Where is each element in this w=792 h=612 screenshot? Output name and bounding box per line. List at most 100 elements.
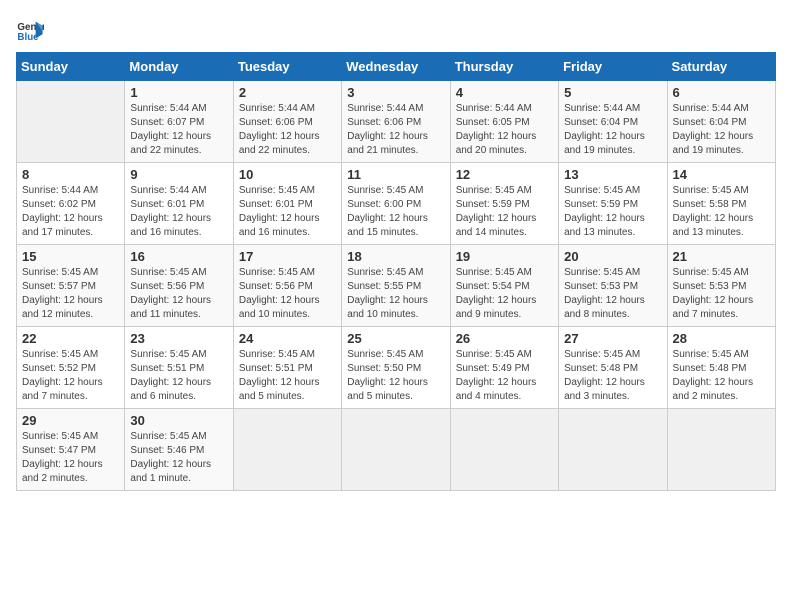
col-header-thursday: Thursday xyxy=(450,53,558,81)
day-info: Sunrise: 5:45 AM Sunset: 5:59 PM Dayligh… xyxy=(564,185,645,238)
day-info: Sunrise: 5:45 AM Sunset: 5:55 PM Dayligh… xyxy=(347,267,428,320)
day-number: 30 xyxy=(130,413,227,428)
calendar-cell xyxy=(667,409,775,491)
calendar-cell: 29 Sunrise: 5:45 AM Sunset: 5:47 PM Dayl… xyxy=(17,409,125,491)
calendar-cell xyxy=(559,409,667,491)
calendar-week-4: 22 Sunrise: 5:45 AM Sunset: 5:52 PM Dayl… xyxy=(17,327,776,409)
calendar-cell: 23 Sunrise: 5:45 AM Sunset: 5:51 PM Dayl… xyxy=(125,327,233,409)
day-info: Sunrise: 5:45 AM Sunset: 5:48 PM Dayligh… xyxy=(564,349,645,402)
day-info: Sunrise: 5:45 AM Sunset: 6:00 PM Dayligh… xyxy=(347,185,428,238)
day-number: 10 xyxy=(239,167,336,182)
calendar-header-row: SundayMondayTuesdayWednesdayThursdayFrid… xyxy=(17,53,776,81)
calendar-cell: 1 Sunrise: 5:44 AM Sunset: 6:07 PM Dayli… xyxy=(125,81,233,163)
calendar-cell: 3 Sunrise: 5:44 AM Sunset: 6:06 PM Dayli… xyxy=(342,81,450,163)
day-number: 9 xyxy=(130,167,227,182)
calendar-cell: 22 Sunrise: 5:45 AM Sunset: 5:52 PM Dayl… xyxy=(17,327,125,409)
calendar-cell: 4 Sunrise: 5:44 AM Sunset: 6:05 PM Dayli… xyxy=(450,81,558,163)
day-info: Sunrise: 5:45 AM Sunset: 5:56 PM Dayligh… xyxy=(239,267,320,320)
calendar-cell: 24 Sunrise: 5:45 AM Sunset: 5:51 PM Dayl… xyxy=(233,327,341,409)
calendar-cell: 13 Sunrise: 5:45 AM Sunset: 5:59 PM Dayl… xyxy=(559,163,667,245)
day-number: 22 xyxy=(22,331,119,346)
day-number: 27 xyxy=(564,331,661,346)
calendar-cell xyxy=(233,409,341,491)
day-number: 23 xyxy=(130,331,227,346)
day-number: 12 xyxy=(456,167,553,182)
day-info: Sunrise: 5:45 AM Sunset: 5:56 PM Dayligh… xyxy=(130,267,211,320)
day-number: 24 xyxy=(239,331,336,346)
calendar-cell: 30 Sunrise: 5:45 AM Sunset: 5:46 PM Dayl… xyxy=(125,409,233,491)
calendar-cell: 16 Sunrise: 5:45 AM Sunset: 5:56 PM Dayl… xyxy=(125,245,233,327)
day-number: 8 xyxy=(22,167,119,182)
day-number: 1 xyxy=(130,85,227,100)
day-info: Sunrise: 5:45 AM Sunset: 5:58 PM Dayligh… xyxy=(673,185,754,238)
day-info: Sunrise: 5:44 AM Sunset: 6:06 PM Dayligh… xyxy=(347,103,428,156)
calendar-cell: 10 Sunrise: 5:45 AM Sunset: 6:01 PM Dayl… xyxy=(233,163,341,245)
col-header-monday: Monday xyxy=(125,53,233,81)
day-number: 14 xyxy=(673,167,770,182)
logo: General Blue xyxy=(16,16,48,44)
day-info: Sunrise: 5:45 AM Sunset: 5:54 PM Dayligh… xyxy=(456,267,537,320)
logo-icon: General Blue xyxy=(16,16,44,44)
day-info: Sunrise: 5:44 AM Sunset: 6:07 PM Dayligh… xyxy=(130,103,211,156)
calendar-cell: 20 Sunrise: 5:45 AM Sunset: 5:53 PM Dayl… xyxy=(559,245,667,327)
day-number: 15 xyxy=(22,249,119,264)
calendar-cell: 14 Sunrise: 5:45 AM Sunset: 5:58 PM Dayl… xyxy=(667,163,775,245)
calendar-cell: 15 Sunrise: 5:45 AM Sunset: 5:57 PM Dayl… xyxy=(17,245,125,327)
day-info: Sunrise: 5:45 AM Sunset: 5:51 PM Dayligh… xyxy=(239,349,320,402)
day-number: 2 xyxy=(239,85,336,100)
header: General Blue xyxy=(16,16,776,44)
day-info: Sunrise: 5:45 AM Sunset: 5:52 PM Dayligh… xyxy=(22,349,103,402)
day-number: 3 xyxy=(347,85,444,100)
day-number: 21 xyxy=(673,249,770,264)
calendar-cell: 17 Sunrise: 5:45 AM Sunset: 5:56 PM Dayl… xyxy=(233,245,341,327)
calendar-cell: 28 Sunrise: 5:45 AM Sunset: 5:48 PM Dayl… xyxy=(667,327,775,409)
day-number: 6 xyxy=(673,85,770,100)
calendar-cell: 6 Sunrise: 5:44 AM Sunset: 6:04 PM Dayli… xyxy=(667,81,775,163)
col-header-friday: Friday xyxy=(559,53,667,81)
calendar-cell xyxy=(17,81,125,163)
day-info: Sunrise: 5:45 AM Sunset: 5:57 PM Dayligh… xyxy=(22,267,103,320)
calendar-cell: 26 Sunrise: 5:45 AM Sunset: 5:49 PM Dayl… xyxy=(450,327,558,409)
col-header-saturday: Saturday xyxy=(667,53,775,81)
day-info: Sunrise: 5:44 AM Sunset: 6:06 PM Dayligh… xyxy=(239,103,320,156)
day-info: Sunrise: 5:44 AM Sunset: 6:04 PM Dayligh… xyxy=(673,103,754,156)
day-number: 17 xyxy=(239,249,336,264)
col-header-tuesday: Tuesday xyxy=(233,53,341,81)
day-number: 5 xyxy=(564,85,661,100)
calendar-cell xyxy=(450,409,558,491)
calendar-cell: 2 Sunrise: 5:44 AM Sunset: 6:06 PM Dayli… xyxy=(233,81,341,163)
day-info: Sunrise: 5:45 AM Sunset: 5:51 PM Dayligh… xyxy=(130,349,211,402)
day-info: Sunrise: 5:45 AM Sunset: 5:53 PM Dayligh… xyxy=(564,267,645,320)
calendar-cell: 5 Sunrise: 5:44 AM Sunset: 6:04 PM Dayli… xyxy=(559,81,667,163)
calendar-table: SundayMondayTuesdayWednesdayThursdayFrid… xyxy=(16,52,776,491)
calendar-cell: 12 Sunrise: 5:45 AM Sunset: 5:59 PM Dayl… xyxy=(450,163,558,245)
day-info: Sunrise: 5:44 AM Sunset: 6:05 PM Dayligh… xyxy=(456,103,537,156)
calendar-cell: 21 Sunrise: 5:45 AM Sunset: 5:53 PM Dayl… xyxy=(667,245,775,327)
day-number: 25 xyxy=(347,331,444,346)
day-info: Sunrise: 5:45 AM Sunset: 5:47 PM Dayligh… xyxy=(22,431,103,484)
calendar-cell: 27 Sunrise: 5:45 AM Sunset: 5:48 PM Dayl… xyxy=(559,327,667,409)
day-info: Sunrise: 5:44 AM Sunset: 6:04 PM Dayligh… xyxy=(564,103,645,156)
day-number: 19 xyxy=(456,249,553,264)
day-info: Sunrise: 5:45 AM Sunset: 5:53 PM Dayligh… xyxy=(673,267,754,320)
day-info: Sunrise: 5:44 AM Sunset: 6:01 PM Dayligh… xyxy=(130,185,211,238)
calendar-cell: 9 Sunrise: 5:44 AM Sunset: 6:01 PM Dayli… xyxy=(125,163,233,245)
calendar-week-1: 1 Sunrise: 5:44 AM Sunset: 6:07 PM Dayli… xyxy=(17,81,776,163)
calendar-week-3: 15 Sunrise: 5:45 AM Sunset: 5:57 PM Dayl… xyxy=(17,245,776,327)
day-info: Sunrise: 5:45 AM Sunset: 6:01 PM Dayligh… xyxy=(239,185,320,238)
day-number: 26 xyxy=(456,331,553,346)
day-info: Sunrise: 5:44 AM Sunset: 6:02 PM Dayligh… xyxy=(22,185,103,238)
day-number: 16 xyxy=(130,249,227,264)
calendar-cell xyxy=(342,409,450,491)
calendar-cell: 8 Sunrise: 5:44 AM Sunset: 6:02 PM Dayli… xyxy=(17,163,125,245)
day-number: 28 xyxy=(673,331,770,346)
day-number: 18 xyxy=(347,249,444,264)
day-number: 13 xyxy=(564,167,661,182)
calendar-cell: 19 Sunrise: 5:45 AM Sunset: 5:54 PM Dayl… xyxy=(450,245,558,327)
calendar-cell: 25 Sunrise: 5:45 AM Sunset: 5:50 PM Dayl… xyxy=(342,327,450,409)
day-number: 11 xyxy=(347,167,444,182)
calendar-week-5: 29 Sunrise: 5:45 AM Sunset: 5:47 PM Dayl… xyxy=(17,409,776,491)
calendar-cell: 18 Sunrise: 5:45 AM Sunset: 5:55 PM Dayl… xyxy=(342,245,450,327)
day-info: Sunrise: 5:45 AM Sunset: 5:49 PM Dayligh… xyxy=(456,349,537,402)
day-info: Sunrise: 5:45 AM Sunset: 5:59 PM Dayligh… xyxy=(456,185,537,238)
